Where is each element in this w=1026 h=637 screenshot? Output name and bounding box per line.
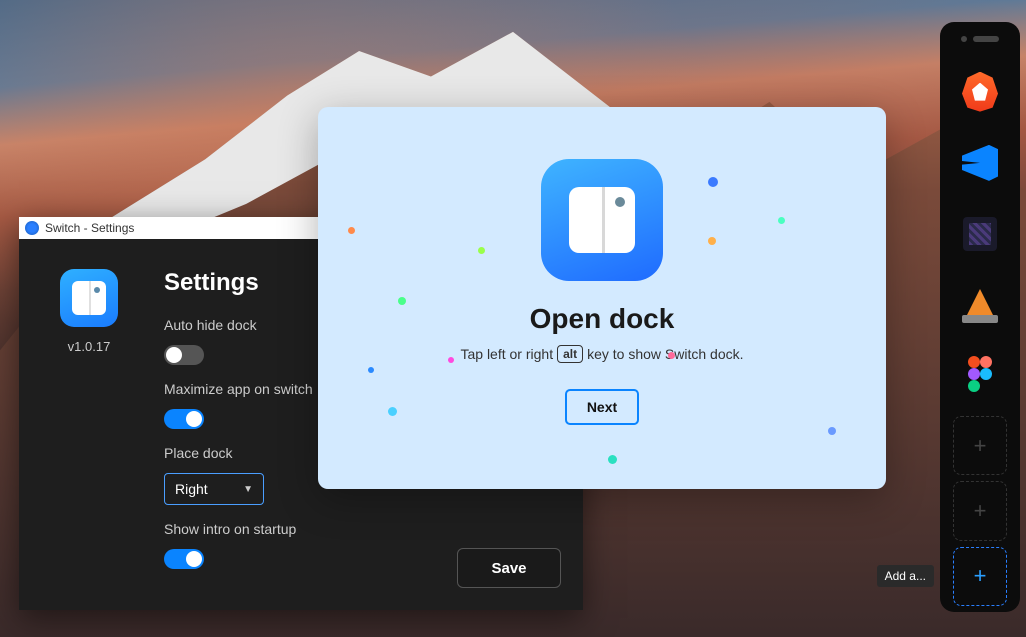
place-dock-select[interactable]: Right ▼ — [164, 473, 264, 505]
auto-hide-toggle[interactable] — [164, 345, 204, 365]
confetti-dot — [368, 367, 374, 373]
confetti-dot — [478, 247, 485, 254]
plus-icon: + — [974, 433, 987, 459]
intro-title: Open dock — [530, 303, 675, 335]
vlc-icon — [964, 289, 996, 321]
confetti-dot — [778, 217, 785, 224]
confetti-dot — [668, 352, 675, 359]
confetti-dot — [388, 407, 397, 416]
confetti-dot — [608, 455, 617, 464]
confetti-dot — [828, 427, 836, 435]
dock-item-vlc[interactable] — [948, 274, 1012, 337]
confetti-dot — [348, 227, 355, 234]
dock-empty-slot-active[interactable]: + Add a... — [953, 547, 1007, 606]
intro-subtitle: Tap left or right alt key to show Switch… — [460, 345, 743, 363]
dock-item-brave[interactable] — [948, 60, 1012, 123]
next-button[interactable]: Next — [565, 389, 639, 425]
chevron-down-icon: ▼ — [243, 484, 253, 495]
dock-handle[interactable] — [961, 36, 999, 42]
add-app-tooltip: Add a... — [877, 565, 934, 587]
dock-item-figma[interactable] — [948, 345, 1012, 408]
confetti-dot — [448, 357, 454, 363]
switch-intro-icon — [541, 159, 663, 281]
switch-app-icon — [60, 269, 118, 327]
show-intro-label: Show intro on startup — [164, 521, 553, 537]
place-dock-value: Right — [175, 481, 208, 497]
app-titlebar-icon — [25, 221, 39, 235]
intro-modal: Open dock Tap left or right alt key to s… — [318, 107, 886, 489]
switch-dock: + + + Add a... — [940, 22, 1020, 612]
brave-icon — [962, 72, 998, 112]
confetti-dot — [398, 297, 406, 305]
minecraft-icon — [963, 217, 997, 251]
dock-item-minecraft[interactable] — [948, 202, 1012, 265]
confetti-dot — [708, 237, 716, 245]
plus-icon: + — [974, 563, 987, 589]
save-button[interactable]: Save — [457, 548, 561, 588]
dock-empty-slot[interactable]: + — [953, 481, 1007, 540]
alt-key-badge: alt — [557, 345, 583, 363]
plus-icon: + — [974, 498, 987, 524]
dock-empty-slot[interactable]: + — [953, 416, 1007, 475]
show-intro-toggle[interactable] — [164, 549, 204, 569]
figma-icon — [968, 356, 992, 396]
vscode-icon — [962, 145, 998, 181]
version-label: v1.0.17 — [68, 339, 111, 354]
dock-item-vscode[interactable] — [948, 131, 1012, 194]
confetti-dot — [708, 177, 718, 187]
window-title: Switch - Settings — [45, 221, 134, 235]
maximize-toggle[interactable] — [164, 409, 204, 429]
